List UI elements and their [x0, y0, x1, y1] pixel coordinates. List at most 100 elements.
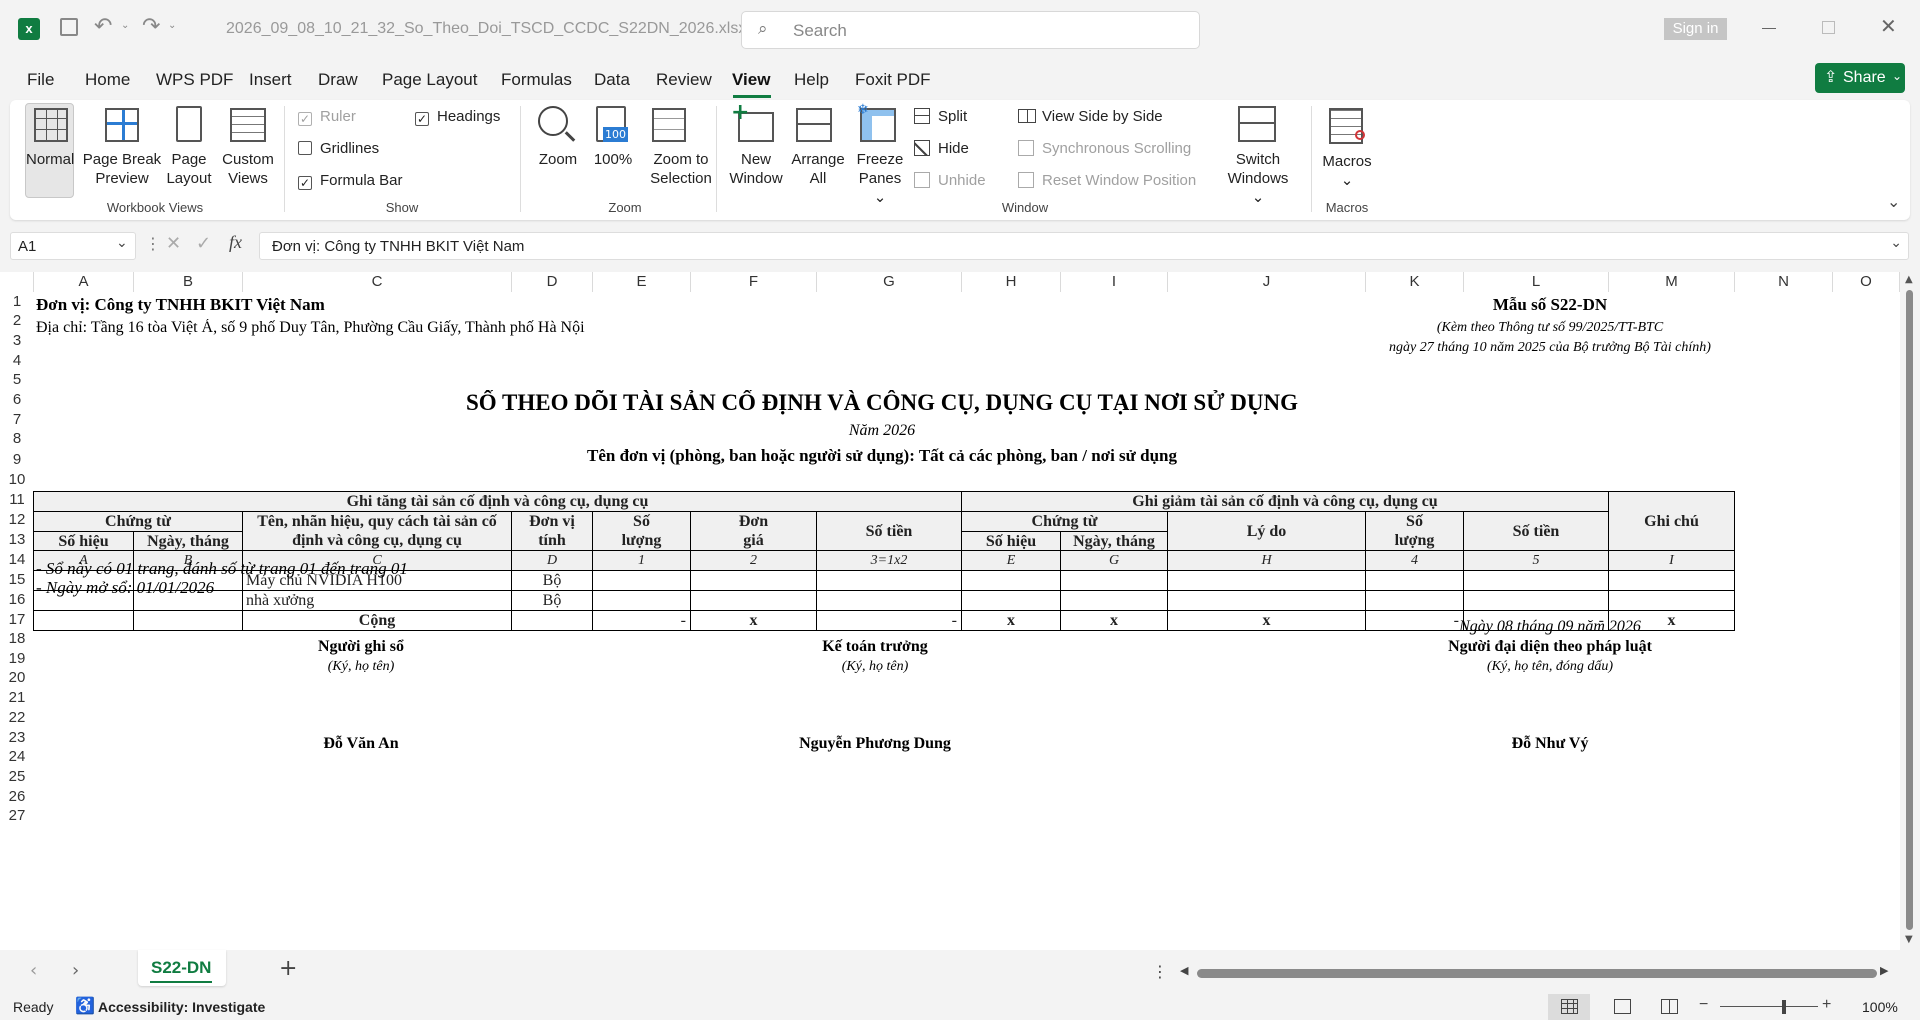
row-header-9[interactable]: 9 — [0, 449, 34, 470]
column-header-f[interactable]: F — [691, 272, 817, 292]
row-header-1[interactable]: 1 — [0, 292, 34, 311]
menu-data[interactable]: Data — [594, 70, 630, 90]
page-break-preview-button[interactable]: Page Break Preview — [82, 150, 162, 188]
column-header-k[interactable]: K — [1366, 272, 1464, 292]
view-side-by-side-button[interactable]: View Side by Side — [1018, 108, 1163, 125]
cancel-entry-icon[interactable]: ✕ — [166, 233, 181, 254]
ribbon-collapse-icon[interactable]: ⌄ — [1887, 192, 1900, 211]
row-header-8[interactable]: 8 — [0, 429, 34, 449]
table-cell[interactable] — [1365, 570, 1464, 591]
normal-view-status-button[interactable] — [1548, 994, 1590, 1020]
row-header-5[interactable]: 5 — [0, 370, 34, 390]
redo-icon[interactable]: ↷ — [142, 14, 160, 39]
scroll-left-icon[interactable]: ◀ — [1180, 964, 1188, 977]
row-header-13[interactable]: 13 — [0, 530, 34, 550]
table-cell[interactable]: nhà xưởng — [242, 590, 512, 611]
table-cell[interactable] — [1167, 590, 1366, 611]
formula-bar-checkbox[interactable]: ✓ Formula Bar — [298, 172, 403, 190]
sheet-tab-s22-dn[interactable]: S22-DN — [138, 950, 226, 986]
menu-help[interactable]: Help — [794, 70, 829, 90]
vertical-scrollbar[interactable]: ▲ ▼ — [1900, 272, 1920, 950]
sign-in-button[interactable]: Sign in — [1664, 18, 1727, 40]
confirm-entry-icon[interactable]: ✓ — [196, 233, 211, 254]
table-cell[interactable] — [816, 590, 962, 611]
table-cell[interactable] — [1167, 570, 1366, 591]
hide-button[interactable]: Hide — [914, 140, 969, 157]
table-cell[interactable] — [592, 590, 691, 611]
row-header-14[interactable]: 14 — [0, 550, 34, 570]
table-cell[interactable] — [816, 570, 962, 591]
table-cell[interactable] — [592, 570, 691, 591]
zoom-to-selection-button[interactable]: Zoom to Selection — [642, 150, 720, 188]
arrange-all-button[interactable]: Arrange All — [789, 150, 847, 188]
switch-windows-button[interactable]: Switch Windows ⌄ — [1220, 150, 1296, 207]
row-header-27[interactable]: 27 — [0, 806, 34, 826]
table-cell[interactable]: Bộ — [511, 590, 593, 611]
column-header-b[interactable]: B — [134, 272, 243, 292]
row-header-25[interactable]: 25 — [0, 767, 34, 787]
table-cell[interactable] — [1365, 590, 1464, 611]
formula-input[interactable]: Đơn vị: Công ty TNHH BKIT Việt Nam ⌄ — [259, 232, 1909, 260]
next-sheet-icon[interactable]: › — [72, 960, 79, 981]
menu-view[interactable]: View — [732, 70, 770, 90]
insert-function-icon[interactable]: fx — [229, 232, 242, 253]
row-header-7[interactable]: 7 — [0, 410, 34, 429]
table-cell[interactable] — [1608, 570, 1735, 591]
redo-dropdown-icon[interactable]: ⌄ — [168, 20, 176, 31]
accessibility-status[interactable]: Accessibility: Investigate — [98, 999, 265, 1015]
freeze-panes-button[interactable]: Freeze Panes ⌄ — [852, 150, 908, 207]
column-code-cell[interactable]: 2 — [690, 550, 817, 571]
gridlines-checkbox[interactable]: Gridlines — [298, 140, 379, 157]
table-cell[interactable] — [1608, 590, 1735, 611]
split-button[interactable]: Split — [914, 108, 967, 125]
tab-options-icon[interactable]: ⋮ — [1152, 962, 1168, 981]
menu-file[interactable]: File — [27, 70, 54, 90]
zoom-out-icon[interactable]: − — [1699, 996, 1708, 1014]
scroll-up-icon[interactable]: ▲ — [1905, 274, 1913, 285]
column-header-d[interactable]: D — [512, 272, 593, 292]
menu-insert[interactable]: Insert — [249, 70, 292, 90]
prev-sheet-icon[interactable]: ‹ — [30, 960, 37, 981]
row-header-4[interactable]: 4 — [0, 351, 34, 370]
menu-formulas[interactable]: Formulas — [501, 70, 572, 90]
table-cell[interactable] — [1060, 590, 1168, 611]
total-row-cell[interactable]: x — [1167, 610, 1366, 631]
column-code-cell[interactable]: D — [511, 550, 593, 571]
table-cell[interactable]: Bộ — [511, 570, 593, 591]
scroll-down-icon[interactable]: ▼ — [1905, 934, 1913, 945]
table-cell[interactable] — [690, 590, 817, 611]
menu-draw[interactable]: Draw — [318, 70, 358, 90]
zoom-button[interactable]: Zoom — [533, 150, 583, 169]
column-header-c[interactable]: C — [243, 272, 512, 292]
custom-views-button[interactable]: Custom Views — [220, 150, 276, 188]
name-box[interactable]: A1 ⌄ — [10, 232, 136, 260]
row-header-17[interactable]: 17 — [0, 610, 34, 629]
row-header-3[interactable]: 3 — [0, 331, 34, 351]
row-header-22[interactable]: 22 — [0, 708, 34, 728]
column-code-cell[interactable]: H — [1167, 550, 1366, 571]
macros-button[interactable]: Macros ⌄ — [1318, 152, 1376, 190]
menu-wps-pdf[interactable]: WPS PDF — [156, 70, 233, 90]
menu-review[interactable]: Review — [656, 70, 712, 90]
share-button[interactable]: ⇪ Share ⌄ — [1815, 63, 1905, 93]
column-code-cell[interactable]: 3=1x2 — [816, 550, 962, 571]
zoom-100-button[interactable]: 100% — [591, 150, 635, 169]
total-row-cell[interactable] — [33, 610, 134, 631]
minimize-icon[interactable] — [1762, 28, 1776, 29]
table-cell[interactable] — [1060, 570, 1168, 591]
table-cell[interactable] — [690, 570, 817, 591]
row-header-15[interactable]: 15 — [0, 570, 34, 590]
total-row-cell[interactable]: - — [592, 610, 691, 631]
row-header-24[interactable]: 24 — [0, 747, 34, 767]
column-header-a[interactable]: A — [34, 272, 134, 292]
column-header-g[interactable]: G — [817, 272, 962, 292]
table-cell[interactable] — [961, 570, 1061, 591]
row-header-23[interactable]: 23 — [0, 728, 34, 747]
column-code-cell[interactable]: 1 — [592, 550, 691, 571]
vertical-scroll-thumb[interactable] — [1906, 290, 1913, 930]
row-header-20[interactable]: 20 — [0, 668, 34, 688]
add-sheet-icon[interactable]: + — [279, 956, 297, 981]
select-all-corner[interactable] — [0, 272, 34, 292]
horizontal-scroll-thumb[interactable] — [1197, 969, 1877, 978]
row-header-18[interactable]: 18 — [0, 629, 34, 649]
